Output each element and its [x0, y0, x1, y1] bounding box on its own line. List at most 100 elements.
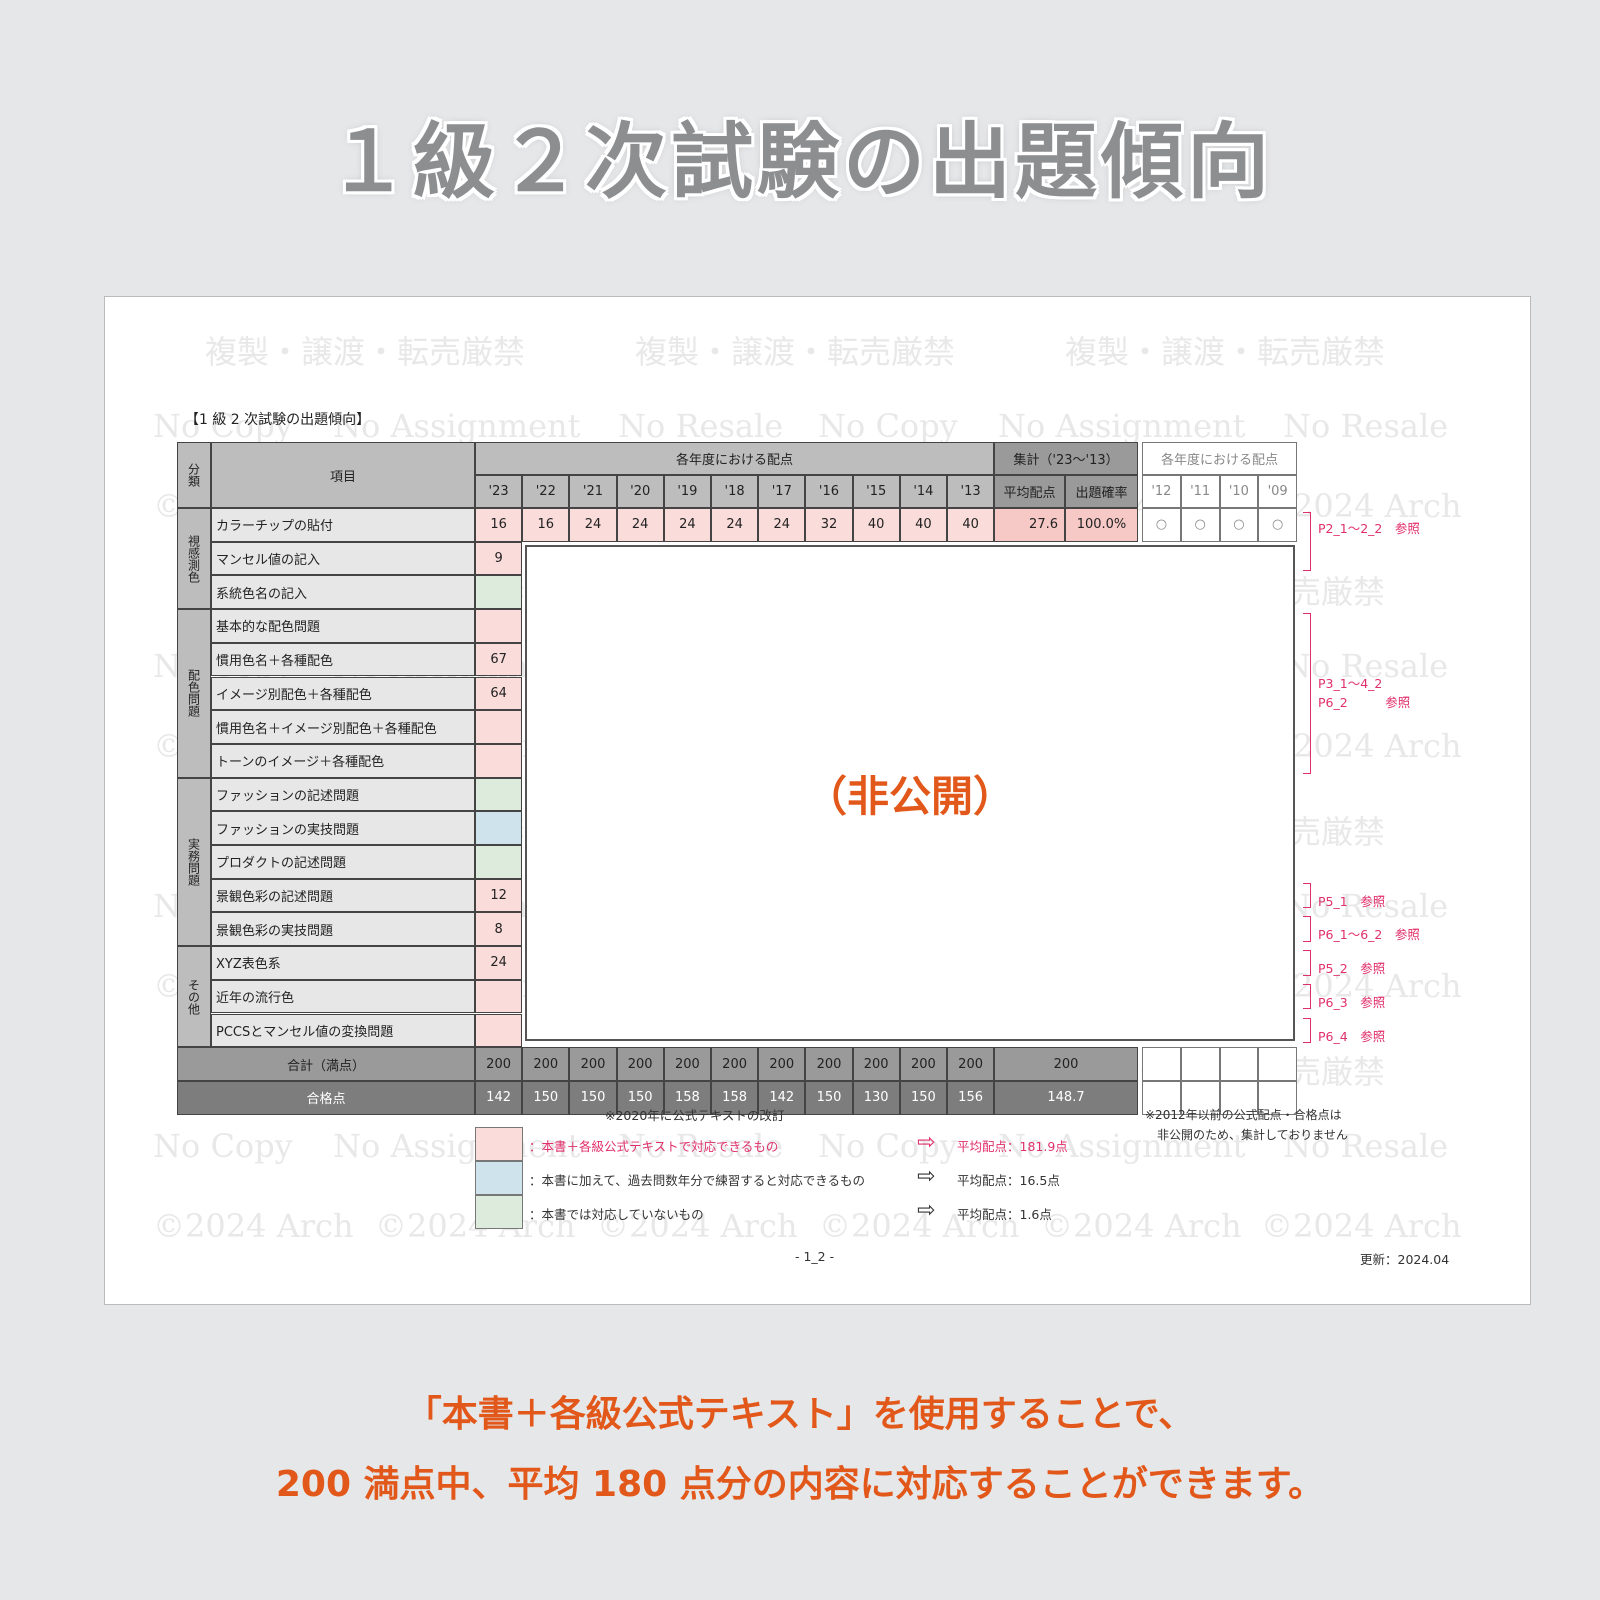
row-item-label: プロダクトの記述問題: [211, 845, 475, 879]
header-year-8: '15: [852, 475, 900, 508]
watermark-text: No Copy: [818, 1127, 958, 1165]
total-value: 200: [616, 1047, 664, 1081]
row-item-label: 慣用色名＋各種配色: [211, 642, 475, 677]
old-empty-cell: [1258, 1047, 1297, 1081]
ref-bracket: [1303, 983, 1311, 1010]
total-summary: 200: [994, 1047, 1138, 1081]
total-value: 200: [852, 1047, 900, 1081]
pass-value: 130: [852, 1080, 900, 1115]
row-item-label: ファッションの記述問題: [211, 777, 475, 812]
row-value: 67: [475, 642, 523, 677]
watermark-text: 複製・譲渡・転売厳禁: [1065, 333, 1386, 371]
header-year-9: '14: [899, 475, 947, 508]
row-item-label: トーンのイメージ＋各種配色: [211, 743, 475, 778]
row-item-label: イメージ別配色＋各種配色: [211, 676, 475, 711]
row-value: 40: [947, 508, 995, 542]
header-summary-group: 集計（'23〜'13）: [994, 442, 1138, 475]
ref-bracket: [1303, 613, 1311, 774]
watermark-text: 複製・譲渡・転売厳禁: [205, 333, 526, 371]
row-value: [475, 777, 523, 812]
ref-link[interactable]: P3_1〜4_2 P6_2 参照: [1318, 673, 1410, 711]
watermark-text: No Assignment: [998, 407, 1246, 445]
row-value: [475, 811, 523, 845]
pass-value: 150: [522, 1080, 570, 1115]
total-value: 200: [947, 1047, 995, 1081]
pass-value: 150: [805, 1080, 853, 1115]
legend-label: ：本書＋各級公式テキストで対応できるもの: [529, 1139, 779, 1154]
legend-label: ：本書に加えて、過去問数年分で練習すると対応できるもの: [529, 1173, 866, 1188]
legend-average: 平均配点：16.5点: [957, 1173, 1060, 1188]
legend-label: ：本書では対応していないもの: [529, 1207, 704, 1222]
row-avg: 27.6: [994, 508, 1065, 542]
row-item-label: 系統色名の記入: [211, 575, 475, 610]
row-value: 16: [475, 508, 523, 542]
header-year-0: '23: [475, 475, 523, 508]
row-value: [475, 743, 523, 778]
legend-swatch: [475, 1127, 523, 1161]
row-item-label: 景観色彩の記述問題: [211, 878, 475, 913]
page-title: １級２次試験の出題傾向: [326, 115, 1273, 210]
note-revision: ※2020年に公式テキストの改訂: [605, 1108, 785, 1123]
row-old-mark: ○: [1219, 508, 1259, 542]
watermark-text: 複製・譲渡・転売厳禁: [635, 333, 956, 371]
total-value: 200: [899, 1047, 947, 1081]
header-rate: 出題確率: [1065, 475, 1138, 508]
watermark-text: No Copy: [818, 407, 958, 445]
row-old-mark: ○: [1142, 508, 1181, 542]
ref-link[interactable]: P6_3 参照: [1318, 992, 1385, 1011]
ref-link[interactable]: P6_1〜6_2 参照: [1318, 924, 1420, 943]
row-item-label: XYZ表色系: [211, 946, 475, 980]
row-item-label: PCCSとマンセル値の変換問題: [211, 1013, 475, 1048]
row-value: [475, 1013, 523, 1048]
watermark-text: ©2024 Arch: [1261, 1207, 1462, 1245]
pass-value: 156: [947, 1080, 995, 1115]
pass-label: 合格点: [177, 1080, 475, 1115]
total-value: 200: [711, 1047, 759, 1081]
row-value: 24: [616, 508, 664, 542]
row-item-label: 近年の流行色: [211, 979, 475, 1014]
total-value: 200: [805, 1047, 853, 1081]
row-value: 16: [522, 508, 570, 542]
total-value: 200: [663, 1047, 711, 1081]
row-value: [475, 575, 523, 610]
header-year-7: '16: [805, 475, 853, 508]
category-1: 配色問題: [177, 609, 211, 778]
row-value: 24: [711, 508, 759, 542]
header-avg: 平均配点: [994, 475, 1065, 508]
category-3: その他: [177, 946, 211, 1048]
ref-bracket: [1303, 1017, 1311, 1044]
total-value: 200: [758, 1047, 806, 1081]
document-heading: 【1 級 2 次試験の出題傾向】: [185, 412, 371, 428]
footer-line-2: 200 満点中、平均 180 点分の内容に対応することができます。: [275, 1464, 1325, 1505]
row-item-label: 景観色彩の実技問題: [211, 912, 475, 947]
header-old-group: 各年度における配点: [1142, 442, 1297, 475]
ref-link[interactable]: P2_1〜2_2 参照: [1318, 518, 1420, 537]
row-value: 24: [663, 508, 711, 542]
arrow-right-icon: ⇨: [917, 1198, 936, 1223]
row-value: 24: [475, 946, 523, 980]
row-item-label: マンセル値の記入: [211, 541, 475, 576]
row-value: 64: [475, 676, 523, 711]
row-old-mark: ○: [1258, 508, 1297, 542]
ref-link[interactable]: P6_4 参照: [1318, 1026, 1385, 1045]
header-year-2: '21: [569, 475, 617, 508]
pass-value: 150: [899, 1080, 947, 1115]
row-old-mark: ○: [1180, 508, 1220, 542]
header-years-group: 各年度における配点: [475, 442, 994, 475]
pass-summary: 148.7: [994, 1080, 1138, 1115]
legend-average: 平均配点：1.6点: [957, 1207, 1052, 1222]
arrow-right-icon: ⇨: [917, 1130, 936, 1155]
total-value: 200: [475, 1047, 523, 1081]
ref-link[interactable]: P5_1 参照: [1318, 891, 1385, 910]
pass-value: 142: [475, 1080, 523, 1115]
old-empty-cell: [1142, 1047, 1181, 1081]
row-value: [475, 845, 523, 879]
row-value: [475, 710, 523, 744]
ref-link[interactable]: P5_2 参照: [1318, 958, 1385, 977]
document-page: 複製・譲渡・転売厳禁 複製・譲渡・転売厳禁 複製・譲渡・転売厳禁 No Copy No …: [104, 296, 1531, 1305]
watermark-text: ©2024 Arch: [1041, 1207, 1242, 1245]
header-old-year-2: '10: [1219, 475, 1259, 508]
updated-date: 更新：2024.04: [1360, 1252, 1450, 1267]
header-year-10: '13: [947, 475, 995, 508]
header-year-5: '18: [711, 475, 759, 508]
